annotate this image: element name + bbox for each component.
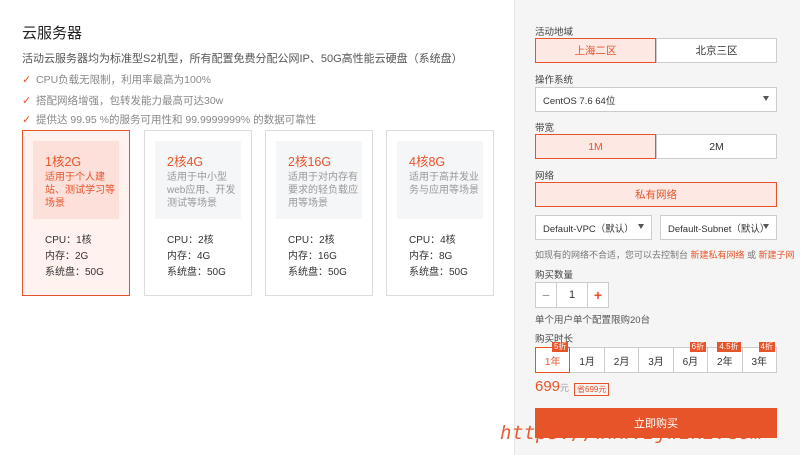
watermark: https://www.zjwiki.com: [500, 422, 763, 444]
plan-name: 1核2G: [45, 155, 82, 169]
plan-name: 2核4G: [167, 155, 204, 169]
price-total: 699元: [535, 378, 570, 395]
quantity-decrement-button[interactable]: −: [535, 282, 557, 308]
page-description: 活动云服务器均为标准型S2机型，所有配置免费分配公网IP、50G高性能云硬盘（系…: [22, 53, 463, 65]
plan-note: 适用于个人建站、测试学习等场景: [45, 172, 115, 209]
plan-cpu: CPU：2核: [167, 235, 214, 246]
plan-cpu: CPU：2核: [288, 235, 335, 246]
plan-card-4c8g[interactable]: 4核8G 适用于高并发业务与应用等场景 CPU：4核 内存：8G 系统盘：50G: [386, 130, 494, 296]
chevron-down-icon: [763, 96, 769, 101]
discount-badge: 6折: [689, 342, 707, 352]
network-selector: 私有网络: [535, 182, 777, 207]
check-icon: ✓: [22, 74, 32, 86]
plan-disk: 系统盘：50G: [409, 267, 468, 278]
plan-note: 适用于对内存有要求的轻负载应用等场景: [288, 172, 358, 209]
vpc-select[interactable]: Default-VPC（默认）: [535, 215, 652, 240]
discount-badge: 4.5折: [717, 342, 741, 352]
bandwidth-label: 带宽: [535, 123, 555, 134]
subnet-select-value: Default-Subnet（默认）: [668, 223, 770, 235]
check-icon: ✓: [22, 114, 32, 126]
region-option-shanghai[interactable]: 上海二区: [535, 38, 656, 63]
feature-item: ✓ CPU负载无限制，利用率最高为100%: [22, 74, 212, 86]
os-select[interactable]: CentOS 7.6 64位: [535, 87, 777, 112]
page-title: 云服务器: [22, 25, 83, 42]
duration-option-1m[interactable]: 1月: [570, 347, 605, 373]
quantity-stepper: − 1 +: [535, 282, 609, 308]
order-panel: 活动地域 上海二区 北京三区 操作系统 CentOS 7.6 64位 带宽 1M…: [515, 0, 800, 455]
chevron-down-icon: [638, 224, 644, 229]
quantity-input[interactable]: 1: [557, 282, 587, 308]
plan-cpu: CPU：4核: [409, 235, 456, 246]
check-icon: ✓: [22, 95, 32, 107]
chevron-down-icon: [763, 224, 769, 229]
plan-memory: 内存：4G: [167, 251, 211, 262]
quantity-limit-note: 单个用户单个配置限购20台: [535, 315, 651, 326]
plan-memory: 内存：16G: [288, 251, 337, 262]
network-label: 网络: [535, 171, 555, 182]
quantity-label: 购买数量: [535, 270, 574, 281]
duration-option-1y[interactable]: 1年 5折: [535, 342, 571, 373]
vpc-select-value: Default-VPC（默认）: [543, 223, 634, 235]
plan-cpu: CPU：1核: [45, 235, 92, 246]
plan-memory: 内存：2G: [45, 251, 89, 262]
plan-card-header: 2核4G 适用于中小型web应用、开发测试等场景: [155, 141, 241, 219]
feature-item: ✓ 搭配网络增强，包转发能力最高可达30w: [22, 95, 224, 107]
discount-badge: 5折: [551, 342, 569, 352]
savings-badge: 省699元: [574, 383, 610, 396]
plan-card-header: 4核8G 适用于高并发业务与应用等场景: [397, 141, 483, 219]
plan-note: 适用于中小型web应用、开发测试等场景: [167, 172, 236, 209]
plan-disk: 系统盘：50G: [167, 267, 226, 278]
duration-option-2y[interactable]: 2年 4.5折: [708, 342, 743, 373]
plan-name: 2核16G: [288, 155, 332, 169]
plan-memory: 内存：8G: [409, 251, 453, 262]
bandwidth-option-2m[interactable]: 2M: [656, 134, 777, 159]
duration-option-3m[interactable]: 3月: [639, 347, 674, 373]
plan-card-2c16g[interactable]: 2核16G 适用于对内存有要求的轻负载应用等场景 CPU：2核 内存：16G 系…: [265, 130, 373, 296]
plan-note: 适用于高并发业务与应用等场景: [409, 172, 479, 196]
plan-card-header: 2核16G 适用于对内存有要求的轻负载应用等场景: [276, 141, 362, 219]
bandwidth-selector: 1M 2M: [535, 134, 777, 159]
create-vpc-link[interactable]: 新建私有网络: [691, 250, 745, 260]
discount-badge: 4折: [758, 342, 775, 352]
plan-card-1c2g[interactable]: 1核2G 适用于个人建站、测试学习等场景 CPU：1核 内存：2G 系统盘：50…: [22, 130, 130, 296]
region-selector: 上海二区 北京三区: [535, 38, 777, 63]
create-subnet-link[interactable]: 新建子网: [759, 250, 795, 260]
duration-option-2m[interactable]: 2月: [604, 347, 640, 373]
plan-panel: 云服务器 活动云服务器均为标准型S2机型，所有配置免费分配公网IP、50G高性能…: [0, 0, 515, 455]
plan-disk: 系统盘：50G: [45, 267, 104, 278]
plan-disk: 系统盘：50G: [288, 267, 347, 278]
feature-item: ✓ 提供达 99.95 %的服务可用性和 99.9999999% 的数据可靠性: [22, 114, 317, 126]
region-option-beijing[interactable]: 北京三区: [656, 38, 777, 63]
os-select-value: CentOS 7.6 64位: [543, 95, 616, 107]
bandwidth-option-1m[interactable]: 1M: [535, 134, 656, 159]
subnet-select[interactable]: Default-Subnet（默认）: [660, 215, 777, 240]
plan-card-header: 1核2G 适用于个人建站、测试学习等场景: [33, 141, 119, 219]
plan-name: 4核8G: [409, 155, 446, 169]
duration-option-3y[interactable]: 3年 4折: [742, 342, 777, 373]
network-option-private[interactable]: 私有网络: [535, 182, 777, 207]
duration-option-6m[interactable]: 6月 6折: [673, 342, 709, 373]
duration-selector: 1年 5折 1月 2月 3月 6月 6折 2年 4.5折 3年 4折: [535, 342, 777, 373]
os-label: 操作系统: [535, 75, 574, 86]
plan-card-2c4g[interactable]: 2核4G 适用于中小型web应用、开发测试等场景 CPU：2核 内存：4G 系统…: [144, 130, 252, 296]
region-label: 活动地域: [535, 27, 574, 38]
network-hint: 如现有的网络不合适，您可以去控制台 新建私有网络 或 新建子网: [535, 250, 795, 260]
quantity-increment-button[interactable]: +: [587, 282, 609, 308]
